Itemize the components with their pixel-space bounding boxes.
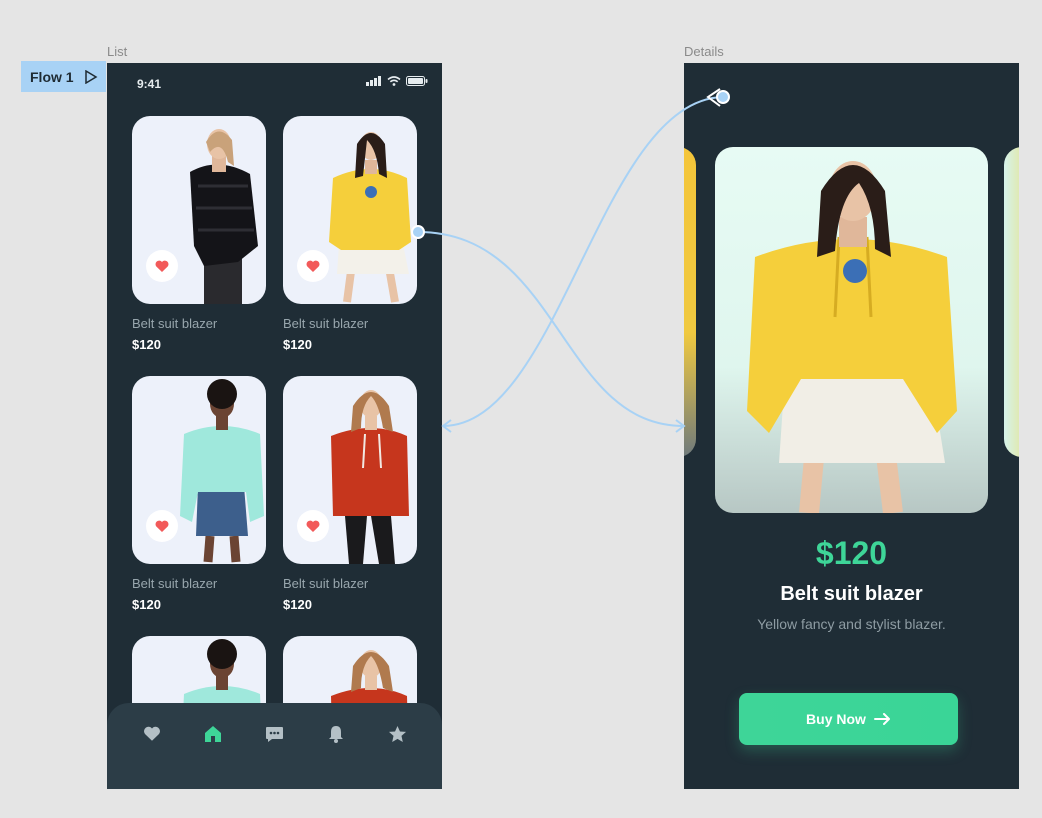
product-price: $120 <box>132 337 161 352</box>
next-product-card[interactable] <box>1004 147 1019 457</box>
model-yellow-hoodie-image <box>747 161 957 513</box>
product-image <box>132 376 266 564</box>
product-price: $120 <box>815 535 888 571</box>
product-card[interactable]: Belt suit blazer $120 <box>132 116 266 352</box>
connector-back-arrow <box>441 419 452 433</box>
flow-label: Flow 1 <box>30 68 74 85</box>
nav-favorites[interactable] <box>137 719 167 749</box>
favorite-button[interactable] <box>146 510 178 542</box>
heart-icon <box>155 520 169 532</box>
prev-product-card[interactable] <box>684 147 696 457</box>
nav-home[interactable] <box>198 719 228 749</box>
status-bar: 9:41 <box>107 63 442 105</box>
product-price: $120 <box>283 337 312 352</box>
heart-icon <box>306 520 320 532</box>
chat-icon <box>265 726 283 742</box>
connector-forward-arrow <box>675 419 686 433</box>
favorite-button[interactable] <box>297 510 329 542</box>
signal-icon <box>366 76 381 86</box>
flow-start-badge[interactable]: Flow 1 <box>21 61 106 92</box>
connector-forward <box>417 231 685 427</box>
nav-notifications[interactable] <box>321 719 351 749</box>
battery-icon <box>406 76 428 86</box>
product-card[interactable]: Belt suit blazer $120 <box>283 376 417 612</box>
play-icon <box>84 69 98 84</box>
product-name: Belt suit blazer <box>132 576 218 591</box>
arrow-right-icon <box>873 713 890 725</box>
details-frame-label: Details <box>684 44 724 59</box>
details-screen: $120 Belt suit blazer Yellow fancy and s… <box>684 63 1019 789</box>
connector-back <box>442 96 724 427</box>
product-price: $120 <box>283 597 312 612</box>
heart-icon <box>306 260 320 272</box>
product-name: Belt suit blazer <box>283 316 369 331</box>
product-price: $120 <box>132 597 161 612</box>
favorite-button[interactable] <box>146 250 178 282</box>
list-frame-label: List <box>107 44 128 59</box>
status-time: 9:41 <box>137 77 162 91</box>
product-name: Belt suit blazer <box>132 316 218 331</box>
heart-icon <box>155 260 169 272</box>
bell-icon <box>328 726 343 743</box>
product-description: Yellow fancy and stylist blazer. <box>757 616 946 632</box>
product-hero-image <box>715 147 988 513</box>
favorite-button[interactable] <box>297 250 329 282</box>
product-card[interactable]: Belt suit blazer $120 <box>132 376 266 612</box>
product-image <box>283 116 417 304</box>
list-screen: 9:41 Belt suit blazer $120 Belt suit bla… <box>107 63 442 789</box>
product-image <box>283 376 417 564</box>
product-name: Belt suit blazer <box>283 576 369 591</box>
nav-messages[interactable] <box>259 719 289 749</box>
buy-now-button[interactable]: Buy Now <box>739 693 958 745</box>
buy-now-label: Buy Now <box>806 711 866 727</box>
wifi-icon <box>387 76 401 86</box>
home-icon <box>205 726 222 742</box>
bottom-nav <box>107 703 442 789</box>
product-name: Belt suit blazer <box>780 583 923 605</box>
product-image <box>132 116 266 304</box>
nav-starred[interactable] <box>382 719 412 749</box>
star-icon <box>388 725 406 743</box>
product-card[interactable]: Belt suit blazer $120 <box>283 116 417 352</box>
heart-icon <box>143 726 160 741</box>
